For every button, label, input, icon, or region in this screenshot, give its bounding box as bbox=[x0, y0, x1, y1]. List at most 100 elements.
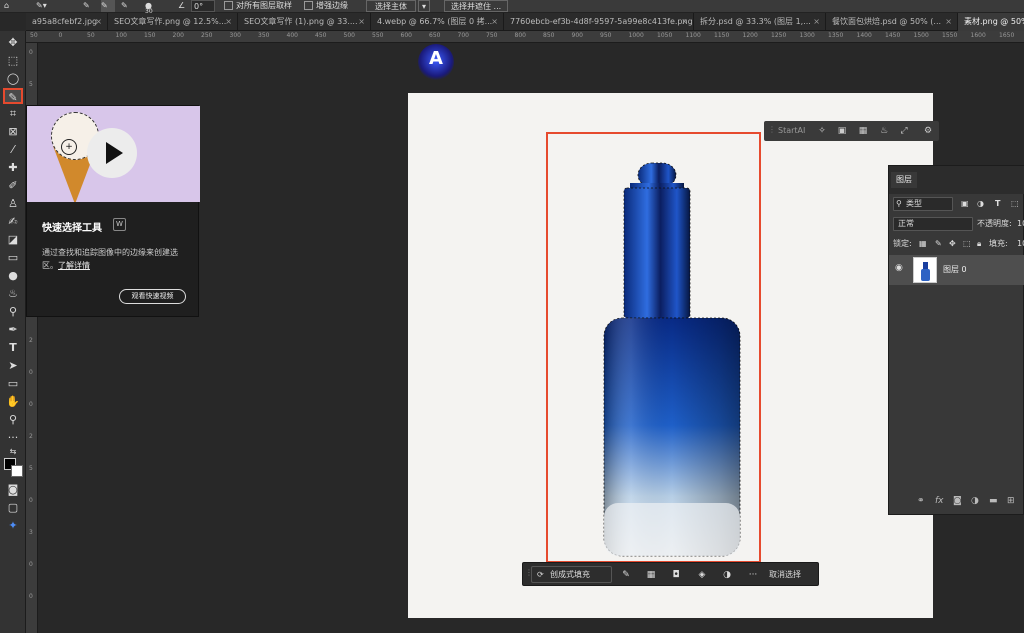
document-tab[interactable]: 7760ebcb-ef3b-4d8f-9597-5a99e8c413fe.png… bbox=[504, 13, 694, 31]
healing-brush-icon[interactable]: ✚ bbox=[3, 160, 23, 176]
close-icon[interactable]: × bbox=[681, 13, 688, 31]
ruler-tick-label: 1400 bbox=[856, 32, 872, 39]
pixel-filter-icon[interactable]: ▣ bbox=[961, 196, 969, 212]
screen-mode-icon[interactable]: ▢ bbox=[3, 500, 23, 516]
eraser-tool-icon[interactable]: ◪ bbox=[3, 232, 23, 248]
share-icon[interactable]: ✦ bbox=[3, 518, 23, 534]
frame-tool-icon[interactable]: ⊠ bbox=[3, 124, 23, 140]
dodge-burn-icon[interactable]: ⚲ bbox=[3, 304, 23, 320]
select-and-mask-button[interactable]: 选择并遮住 ... bbox=[444, 0, 508, 12]
layer-name[interactable]: 图层 0 bbox=[943, 264, 967, 275]
ai-plugin-logo[interactable]: A bbox=[418, 44, 454, 80]
type-filter-icon[interactable]: T bbox=[995, 196, 1000, 212]
drag-handle-icon[interactable]: ⋮ bbox=[768, 125, 776, 134]
close-icon[interactable]: × bbox=[225, 13, 232, 31]
magic-wand-icon[interactable]: ✧ bbox=[815, 124, 829, 138]
close-icon[interactable]: × bbox=[95, 13, 102, 31]
lock-transparent-icon[interactable]: ▦ bbox=[919, 236, 927, 252]
close-icon[interactable]: × bbox=[813, 13, 820, 31]
document-tab[interactable]: SEO文章写作 (1).png @ 33.... × bbox=[238, 13, 371, 31]
document-tab[interactable]: SEO文章写作.png @ 12.5%... × bbox=[108, 13, 238, 31]
play-video-button[interactable] bbox=[87, 128, 137, 178]
new-layer-icon[interactable]: ⊞ bbox=[1007, 496, 1015, 506]
enhance-edge-checkbox[interactable] bbox=[304, 1, 313, 10]
settings-gear-icon[interactable]: ⚙ bbox=[921, 124, 935, 138]
document-tab[interactable]: 4.webp @ 66.7% (图层 0 拷... × bbox=[371, 13, 504, 31]
eyedropper-tool-icon[interactable]: ⁄ bbox=[3, 142, 23, 158]
adjustment-filter-icon[interactable]: ◑ bbox=[977, 196, 984, 212]
visibility-eye-icon[interactable]: ◉ bbox=[895, 263, 903, 273]
blur-tool-icon[interactable]: ● bbox=[3, 268, 23, 284]
fx-icon[interactable]: fx bbox=[935, 496, 944, 506]
generative-fill-button[interactable]: ⟳ 创成式填充 bbox=[531, 566, 612, 583]
texture-icon[interactable]: ▦ bbox=[856, 124, 870, 138]
clone-stamp-icon[interactable]: ♙ bbox=[3, 196, 23, 212]
close-icon[interactable]: × bbox=[491, 13, 498, 31]
expand-icon[interactable]: ⤢ bbox=[897, 124, 911, 138]
adjustment-layer-icon[interactable]: ◑ bbox=[971, 496, 979, 506]
pen-tool-icon[interactable]: ✒ bbox=[3, 322, 23, 338]
document-tab[interactable]: 拆分.psd @ 33.3% (图层 1,... × bbox=[694, 13, 826, 31]
palette-icon[interactable]: ♨ bbox=[877, 124, 891, 138]
lock-image-icon[interactable]: ✎ bbox=[935, 236, 942, 252]
shape-filter-icon[interactable]: ⬚ bbox=[1011, 196, 1019, 212]
dodge-tool-icon[interactable]: ♨ bbox=[3, 286, 23, 302]
path-selection-icon[interactable]: ➤ bbox=[3, 358, 23, 374]
crop-tool-icon[interactable]: ⌗ bbox=[3, 106, 23, 122]
move-tool-icon[interactable]: ✥ bbox=[3, 35, 23, 51]
zoom-tool-icon[interactable]: ⚲ bbox=[3, 412, 23, 428]
opacity-input[interactable]: 10 bbox=[1017, 216, 1024, 232]
deselect-button[interactable]: 取消选择 bbox=[769, 563, 801, 587]
quick-selection-tool-icon[interactable]: ✎ bbox=[3, 88, 23, 104]
lasso-tool-icon[interactable]: ◯ bbox=[3, 71, 23, 87]
lock-artboard-icon[interactable]: ⬚ bbox=[963, 236, 971, 252]
document-tab-active[interactable]: 素材.png @ 50% bbox=[958, 13, 1024, 31]
layer-filter-dropdown[interactable]: ⚲ 类型 bbox=[893, 197, 953, 211]
select-subject-dropdown-icon[interactable]: ▾ bbox=[418, 0, 430, 12]
gradient-tool-icon[interactable]: ▭ bbox=[3, 250, 23, 266]
ruler-tick-label: 0 bbox=[29, 497, 33, 504]
document-tab[interactable]: a95a8cfebf2.jpg × bbox=[26, 13, 108, 31]
add-mask-icon[interactable]: ◙ bbox=[953, 496, 962, 506]
new-selection-icon[interactable]: ✎ bbox=[83, 0, 97, 12]
brush-tool-icon[interactable]: ✐ bbox=[3, 178, 23, 194]
subtract-selection-icon[interactable]: ✎ bbox=[121, 0, 135, 12]
more-options-icon[interactable]: ··· bbox=[746, 568, 760, 582]
add-to-selection-icon[interactable]: ✎ bbox=[101, 0, 115, 12]
rectangle-tool-icon[interactable]: ▭ bbox=[3, 376, 23, 392]
fill-input[interactable]: 10 bbox=[1017, 236, 1024, 252]
type-tool-icon[interactable]: T bbox=[3, 340, 23, 356]
learn-more-link[interactable]: 了解详情 bbox=[58, 261, 90, 270]
create-mask-icon[interactable]: ◘ bbox=[669, 568, 683, 582]
close-icon[interactable]: × bbox=[358, 13, 365, 31]
background-color-swatch[interactable] bbox=[11, 465, 23, 477]
angle-input[interactable]: 0° bbox=[191, 0, 215, 12]
modify-selection-icon[interactable]: ✎ bbox=[619, 568, 633, 582]
ruler-tick-label: 100 bbox=[115, 32, 127, 39]
home-icon[interactable]: ⌂ bbox=[4, 0, 18, 12]
select-subject-button[interactable]: 选择主体 bbox=[366, 0, 416, 12]
ruler-tick-label: 1050 bbox=[657, 32, 673, 39]
link-layers-icon[interactable]: ⚭ bbox=[917, 496, 925, 506]
lock-position-icon[interactable]: ✥ bbox=[949, 236, 956, 252]
layer-row[interactable]: ◉ 图层 0 bbox=[889, 255, 1024, 285]
fill-selection-icon[interactable]: ◈ bbox=[695, 568, 709, 582]
adjustment-layer-icon[interactable]: ◑ bbox=[720, 568, 734, 582]
quick-select-tool-preset-icon[interactable]: ✎▾ bbox=[36, 0, 52, 12]
watch-video-button[interactable]: 观看快速视频 bbox=[119, 289, 186, 304]
lock-all-icon[interactable]: 🔒︎ bbox=[977, 236, 981, 252]
play-icon bbox=[106, 142, 123, 164]
quick-mask-icon[interactable]: ◙ bbox=[3, 482, 23, 498]
marquee-tool-icon[interactable]: ⬚ bbox=[3, 53, 23, 69]
ruler-tick-label: 1100 bbox=[685, 32, 701, 39]
invert-selection-icon[interactable]: ▦ bbox=[644, 568, 658, 582]
sample-all-layers-checkbox[interactable] bbox=[224, 1, 233, 10]
close-icon[interactable]: × bbox=[945, 13, 952, 31]
history-brush-icon[interactable]: ✍ bbox=[3, 214, 23, 230]
hand-tool-icon[interactable]: ✋ bbox=[3, 394, 23, 410]
tab-layers[interactable]: 图层 bbox=[891, 172, 917, 188]
new-group-icon[interactable]: ▬ bbox=[989, 496, 998, 506]
blend-mode-dropdown[interactable]: 正常 bbox=[893, 217, 973, 231]
document-tab[interactable]: 餐饮面包烘焙.psd @ 50% (... × bbox=[826, 13, 958, 31]
image-icon[interactable]: ▣ bbox=[835, 124, 849, 138]
